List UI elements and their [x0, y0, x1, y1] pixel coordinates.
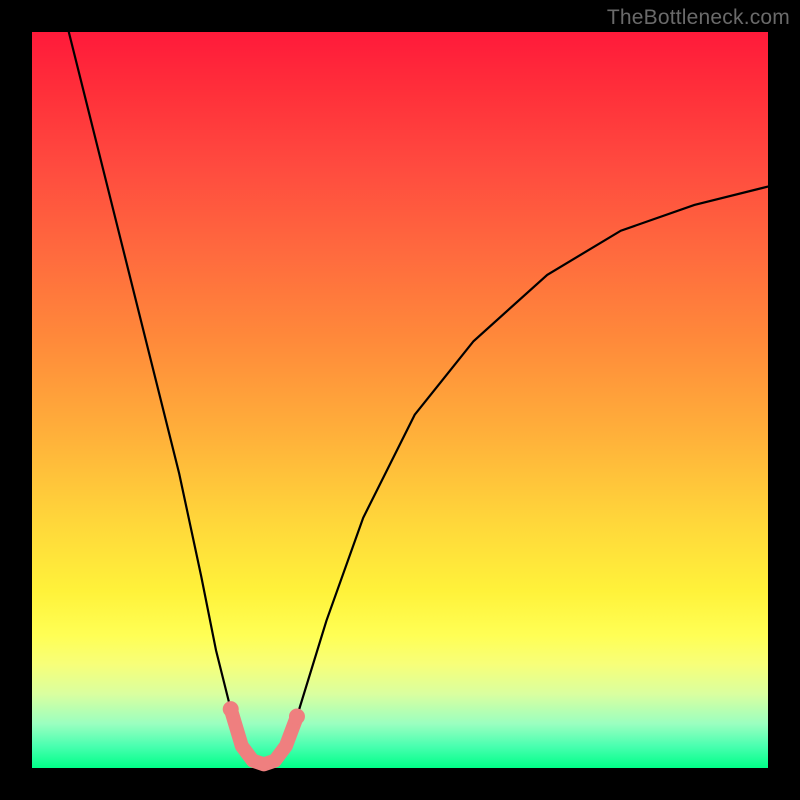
- bottleneck-highlight: [223, 701, 305, 764]
- plot-area: [32, 32, 768, 768]
- watermark-text: TheBottleneck.com: [607, 6, 790, 30]
- bottleneck-curve-path: [69, 32, 768, 764]
- curve-svg: [32, 32, 768, 768]
- chart-frame: TheBottleneck.com: [0, 0, 800, 800]
